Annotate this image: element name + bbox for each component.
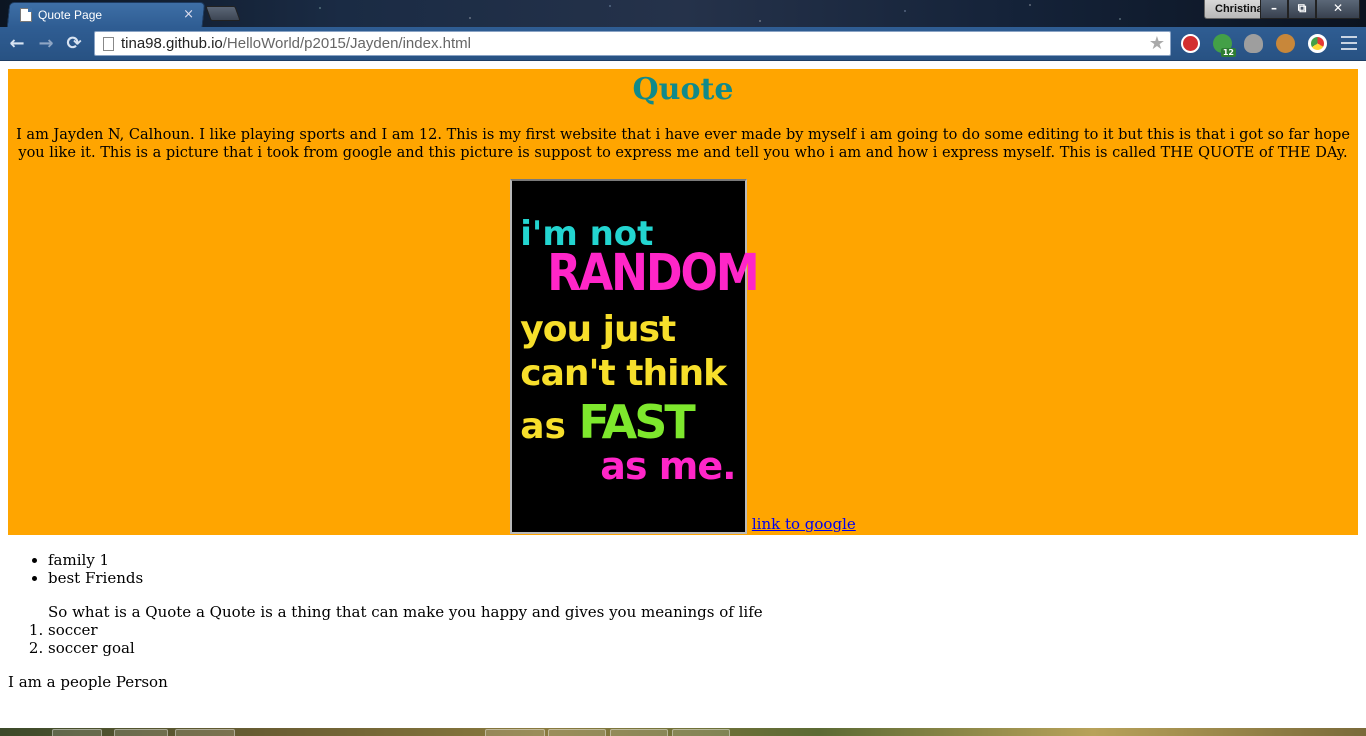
google-link[interactable]: link to google [752, 515, 856, 533]
intro-paragraph: I am Jayden N, Calhoun. I like playing s… [16, 127, 1350, 161]
bookmark-star-icon[interactable]: ★ [1149, 33, 1165, 54]
url-host: tina98.github.io [121, 35, 223, 52]
browser-toolbar: ← → ⟳ tina98.github.io/HelloWorld/p2015/… [0, 27, 1366, 61]
taskbar-item[interactable] [52, 729, 102, 736]
page-body: Quote I am Jayden N, Calhoun. I like pla… [0, 61, 1366, 699]
orange-banner: Quote I am Jayden N, Calhoun. I like pla… [8, 69, 1358, 535]
forward-button[interactable]: → [35, 34, 57, 54]
numbered-list: soccer soccer goal [48, 621, 1358, 657]
quote-word: as [520, 406, 579, 447]
cookie-icon[interactable] [1276, 34, 1295, 53]
quote-image: i'm not RANDOM you just can't think as F… [510, 179, 760, 534]
page-favicon-icon [20, 7, 32, 22]
back-button[interactable]: ← [6, 34, 28, 54]
quote-line: as FAST [520, 399, 696, 445]
window-background [0, 0, 1366, 27]
list-item: family 1 [48, 551, 1358, 569]
window-controls: – ⧉ ✕ [1260, 0, 1360, 19]
chrome-menu-icon[interactable] [1341, 36, 1357, 50]
title-bar: Quote Page × Christina – ⧉ ✕ [0, 0, 1366, 27]
restore-button[interactable]: ⧉ [1288, 0, 1316, 19]
image-line: i'm not RANDOM you just can't think as F… [8, 179, 1358, 534]
taskbar [0, 728, 1366, 736]
footer-text: I am a people Person [8, 673, 168, 691]
tab-close-icon[interactable]: × [183, 7, 194, 22]
quote-word-fast: FAST [578, 395, 696, 449]
quote-line: i'm not [520, 214, 654, 254]
quote-line: RANDOM [547, 244, 759, 303]
alien-icon[interactable] [1244, 34, 1263, 53]
page-icon [103, 36, 114, 51]
taskbar-item[interactable] [175, 729, 235, 736]
close-window-button[interactable]: ✕ [1316, 0, 1360, 19]
url-text[interactable]: tina98.github.io/HelloWorld/p2015/Jayden… [121, 35, 1149, 52]
taskbar-item[interactable] [485, 729, 545, 736]
list-item: soccer goal [48, 639, 1358, 657]
taskbar-item[interactable] [672, 729, 730, 736]
chrome-ext-icon[interactable] [1308, 34, 1327, 53]
quote-definition: So what is a Quote a Quote is a thing th… [48, 603, 763, 621]
address-bar[interactable]: tina98.github.io/HelloWorld/p2015/Jayden… [94, 31, 1171, 56]
taskbar-item[interactable] [548, 729, 606, 736]
list-item: best Friends [48, 569, 1358, 587]
tab-quote-page[interactable]: Quote Page × [20, 2, 200, 27]
quote-line: you just [520, 309, 676, 350]
adblock-icon[interactable] [1181, 34, 1200, 53]
new-tab-button[interactable] [205, 6, 241, 21]
ext-green-icon[interactable]: 12 [1213, 34, 1236, 57]
quote-line: can't think [520, 353, 727, 394]
page-viewport: Quote I am Jayden N, Calhoun. I like pla… [0, 61, 1366, 728]
minimize-button[interactable]: – [1260, 0, 1288, 19]
list-item: soccer [48, 621, 1358, 639]
taskbar-item[interactable] [114, 729, 168, 736]
extension-badge: 12 [1220, 48, 1236, 57]
url-path: /HelloWorld/p2015/Jayden/index.html [222, 35, 471, 52]
quote-line: as me. [600, 444, 736, 488]
reload-button[interactable]: ⟳ [63, 34, 85, 54]
taskbar-item[interactable] [610, 729, 668, 736]
page-heading: Quote [632, 72, 734, 107]
tab-title: Quote Page [38, 7, 103, 22]
bullet-list: family 1 best Friends [48, 551, 1358, 587]
